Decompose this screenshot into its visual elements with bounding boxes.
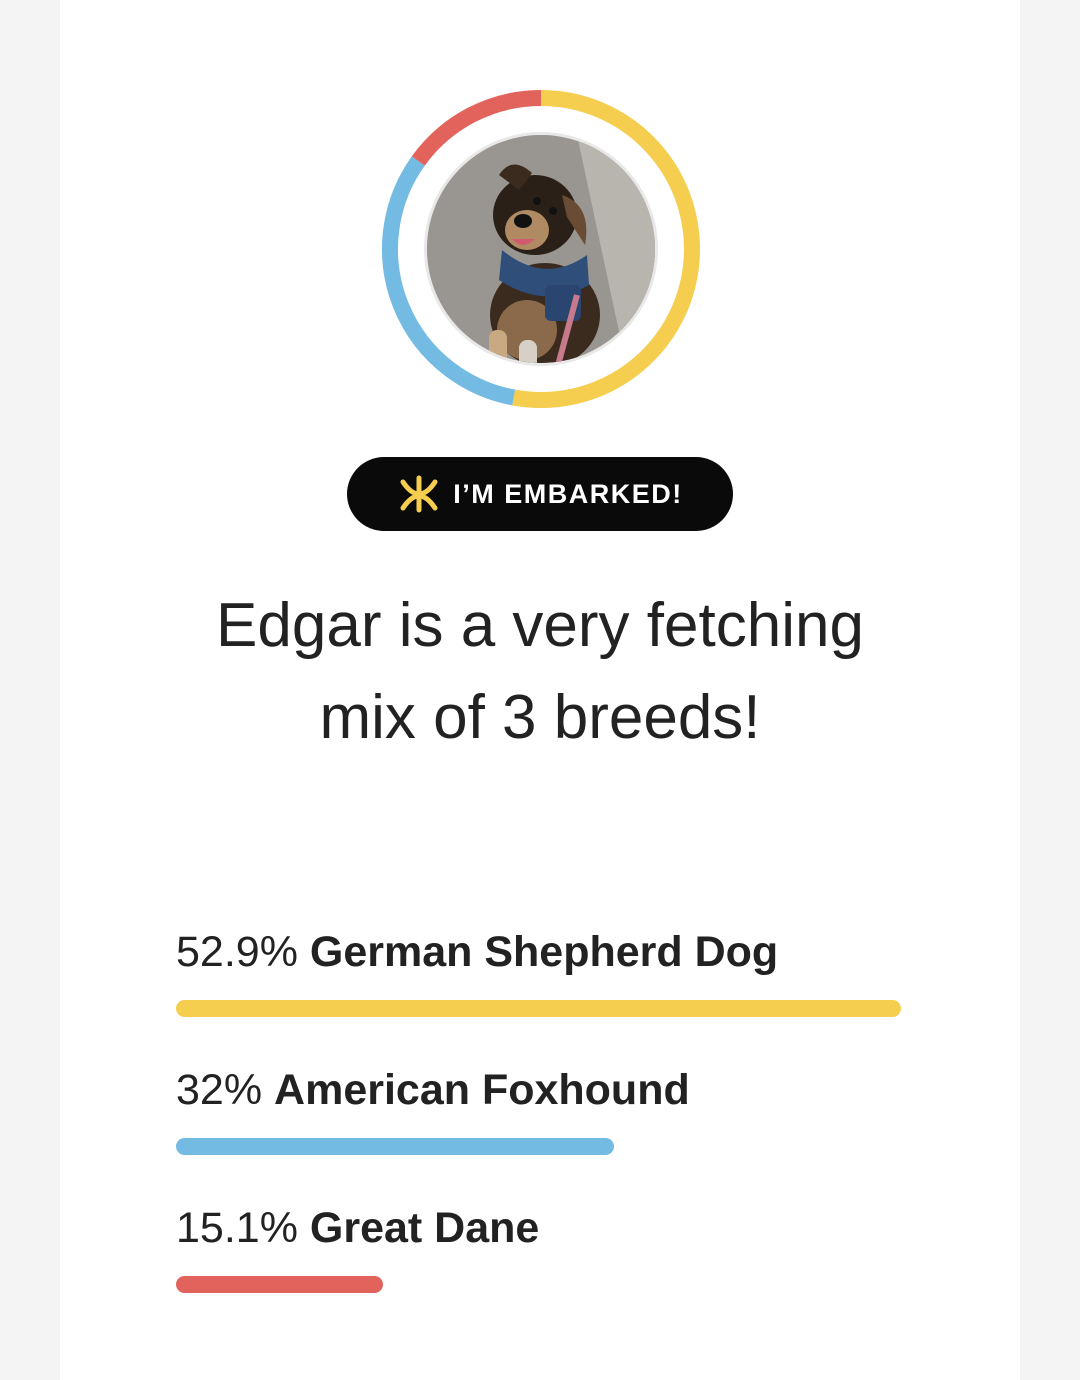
breed-item-american-foxhound: 32% American Foxhound — [176, 1064, 916, 1155]
dog-photo-illustration — [427, 135, 655, 363]
breed-percent: 15.1% — [176, 1204, 298, 1252]
breed-ancestry-ring — [380, 88, 702, 410]
embarked-badge: I’M EMBARKED! — [347, 457, 733, 531]
breed-bar — [176, 1276, 383, 1293]
breed-label: 15.1% Great Dane — [176, 1202, 916, 1254]
breed-results-card: I’M EMBARKED! Edgar is a very fetching m… — [60, 0, 1020, 1380]
breed-percent: 52.9% — [176, 928, 298, 976]
breed-name: Great Dane — [309, 1204, 540, 1252]
breed-bar — [176, 1138, 614, 1155]
breed-item-great-dane: 15.1% Great Dane — [176, 1202, 916, 1293]
dog-bone-icon — [397, 474, 441, 514]
breed-name: German Shepherd Dog — [309, 928, 779, 976]
dog-photo — [424, 132, 658, 366]
breed-item-german-shepherd: 52.9% German Shepherd Dog — [176, 926, 916, 1017]
breed-mix-headline: Edgar is a very fetching mix of 3 breeds… — [216, 591, 864, 752]
breed-percent: 32% — [176, 1066, 263, 1114]
embarked-badge-label: I’M EMBARKED! — [453, 478, 683, 509]
breed-label: 32% American Foxhound — [176, 1064, 916, 1116]
breed-label: 52.9% German Shepherd Dog — [176, 926, 916, 978]
page-margin-right — [1020, 0, 1080, 1380]
breed-name: American Foxhound — [274, 1066, 690, 1114]
breed-bar — [176, 1000, 901, 1017]
page-margin-left — [0, 0, 60, 1380]
